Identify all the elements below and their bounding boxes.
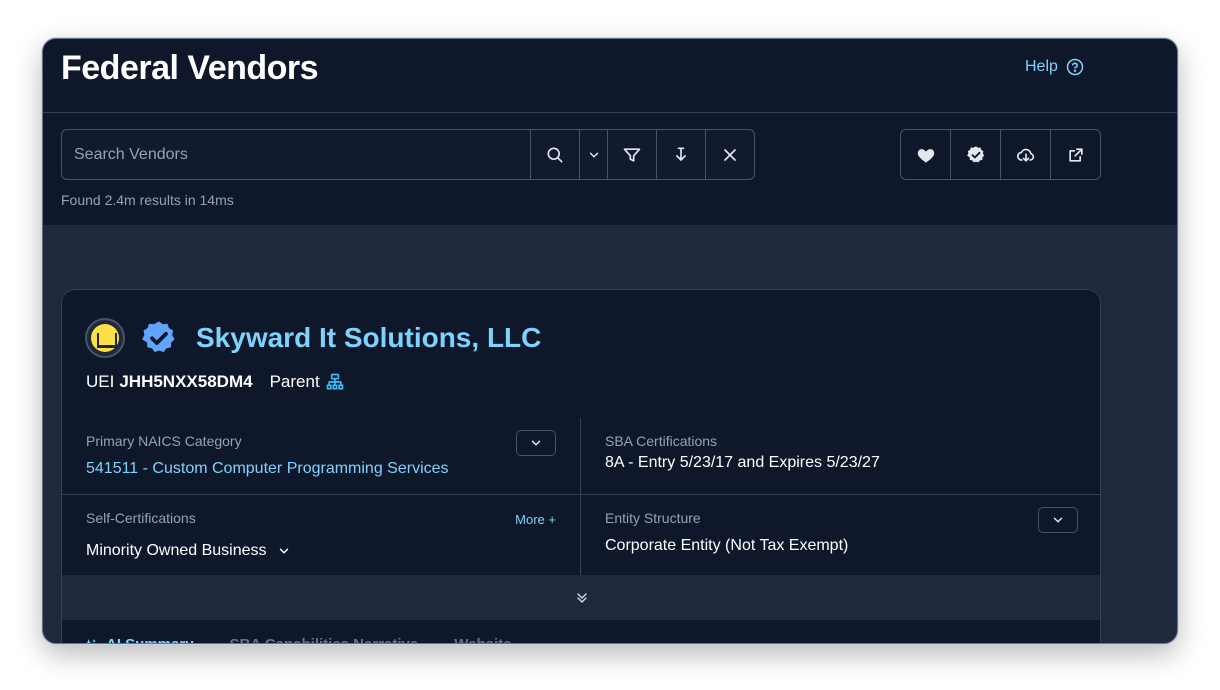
filter-button[interactable] <box>607 130 656 179</box>
sba-cell: SBA Certifications 8A - Entry 5/23/17 an… <box>581 418 1100 495</box>
sort-down-icon <box>676 147 686 161</box>
help-label: Help <box>1025 58 1058 75</box>
chevron-down-icon <box>589 152 598 157</box>
vendor-tabs: AI Summary SBA Capabilities Narrative We… <box>82 636 511 643</box>
tab-label: SBA Capabilities Narrative <box>230 636 419 643</box>
entity-cell: Entity Structure Corporate Entity (Not T… <box>581 495 1100 575</box>
naics-cell: Primary NAICS Category 541511 - Custom C… <box>62 418 581 495</box>
naics-link[interactable]: 541511 - Custom Computer Programming Ser… <box>86 460 449 478</box>
tab-sba-capabilities[interactable]: SBA Capabilities Narrative <box>230 636 419 643</box>
filter-icon <box>623 147 641 162</box>
uei-row: UEI JHH5NXX58DM4 Parent <box>86 372 345 392</box>
naics-expand-button[interactable] <box>516 430 556 456</box>
self-cert-cell: Self-Certifications More + Minority Owne… <box>62 495 581 575</box>
question-circle-icon <box>1066 58 1084 76</box>
entity-expand-button[interactable] <box>1038 507 1078 533</box>
page-title: Federal Vendors <box>61 49 319 87</box>
verified-badge-icon <box>142 321 175 353</box>
search-options-dropdown[interactable] <box>579 130 607 179</box>
entity-value: Corporate Entity (Not Tax Exempt) <box>605 537 849 554</box>
sba-label: SBA Certifications <box>605 433 718 449</box>
sba-value: 8A - Entry 5/23/17 and Expires 5/23/27 <box>605 454 880 471</box>
uei-label: UEI <box>86 372 115 391</box>
download-button[interactable] <box>1000 130 1050 179</box>
search-icon <box>547 147 563 162</box>
vendor-logo <box>85 318 125 358</box>
vendor-card: Skyward It Solutions, LLC UEI JHH5NXX58D… <box>61 289 1101 643</box>
self-cert-more-link[interactable]: More + <box>515 512 556 527</box>
vendor-logo-mark <box>91 324 119 352</box>
self-cert-dropdown[interactable]: Minority Owned Business <box>86 542 291 560</box>
help-link[interactable]: Help <box>1025 58 1084 76</box>
naics-label: Primary NAICS Category <box>86 433 242 449</box>
clear-search-button[interactable] <box>705 130 754 179</box>
certified-filter-button[interactable] <box>950 130 1000 179</box>
chevron-down-icon <box>531 440 541 446</box>
results-summary: Found 2.4m results in 14ms <box>61 192 234 208</box>
tab-label: Website <box>454 636 511 643</box>
chevron-down-icon <box>279 548 288 554</box>
self-cert-label: Self-Certifications <box>86 510 196 526</box>
action-buttons <box>900 129 1101 180</box>
app-window: Federal Vendors Help Found 2.4m r <box>42 38 1178 644</box>
tab-label: AI Summary <box>106 636 194 643</box>
double-chevron-down-icon <box>577 592 587 603</box>
uei-value: JHH5NXX58DM4 <box>119 372 253 391</box>
sort-button[interactable] <box>656 130 705 179</box>
sparkles-icon <box>84 638 96 643</box>
share-button[interactable] <box>1050 130 1100 179</box>
search-input[interactable] <box>62 130 530 179</box>
hierarchy-icon[interactable] <box>325 372 345 392</box>
entity-label: Entity Structure <box>605 510 701 526</box>
parent-label: Parent <box>269 372 320 391</box>
favorite-button[interactable] <box>901 130 950 179</box>
badge-check-icon <box>966 145 984 162</box>
heart-icon <box>917 148 934 162</box>
cloud-download-icon <box>1016 148 1034 162</box>
search-toolbar: Found 2.4m results in 14ms <box>43 113 1177 225</box>
search-button[interactable] <box>530 130 579 179</box>
search-group <box>61 129 755 180</box>
share-icon <box>1068 147 1083 162</box>
close-icon <box>724 148 736 161</box>
expand-card-button[interactable] <box>62 575 1100 620</box>
tab-website[interactable]: Website <box>454 636 511 643</box>
chevron-down-icon <box>1053 517 1063 523</box>
vendor-name-link[interactable]: Skyward It Solutions, LLC <box>196 322 541 354</box>
self-cert-value: Minority Owned Business <box>86 542 267 559</box>
tab-ai-summary[interactable]: AI Summary <box>82 636 194 643</box>
top-bar: Federal Vendors Help <box>43 39 1177 113</box>
